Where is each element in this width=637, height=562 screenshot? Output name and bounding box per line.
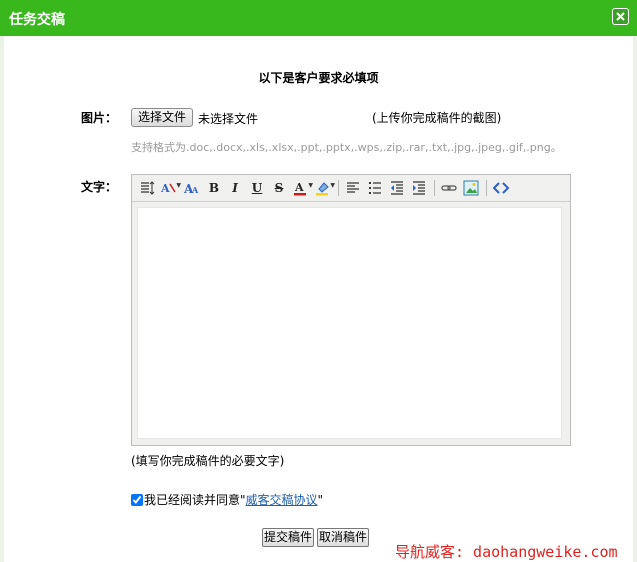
bold-icon[interactable]: B (204, 178, 224, 198)
italic-icon[interactable]: I (225, 178, 245, 198)
font-size-icon[interactable]: AA (182, 178, 202, 198)
underline-icon[interactable]: U (247, 178, 267, 198)
watermark-text: 导航威客: daohangweike.com (395, 543, 618, 561)
source-code-icon[interactable] (491, 178, 511, 198)
cancel-button[interactable]: 取消稿件 (317, 528, 369, 547)
editor-content-area[interactable] (137, 207, 562, 439)
link-icon[interactable] (439, 178, 459, 198)
font-family-icon[interactable]: A ▼ (159, 178, 181, 198)
text-label: 文字： (81, 180, 118, 194)
highlight-color-icon[interactable]: ▼ (313, 178, 335, 198)
editor-toolbar: A ▼ AA B I U S A ▼ ▼ (132, 175, 570, 202)
align-left-icon[interactable] (343, 178, 363, 198)
file-status: 未选择文件 (198, 112, 259, 126)
image-hint: (上传你完成稿件的截图) (372, 111, 502, 125)
toolbar-separator (338, 180, 339, 196)
unordered-list-icon[interactable] (365, 178, 385, 198)
submit-button[interactable]: 提交稿件 (262, 528, 314, 547)
toolbar-separator (434, 180, 435, 196)
agreement-link[interactable]: 威客交稿协议 (246, 493, 318, 507)
svg-text:A: A (294, 181, 304, 194)
dialog-titlebar: 任务交稿 (0, 0, 637, 36)
agreement-suffix: " (317, 493, 324, 507)
image-icon[interactable] (461, 178, 481, 198)
outdent-icon[interactable] (387, 178, 407, 198)
text-hint: (填写你完成稿件的必要文字) (131, 454, 285, 468)
rich-text-editor: A ▼ AA B I U S A ▼ ▼ (131, 174, 571, 446)
dialog-border-left (0, 36, 4, 562)
close-icon (616, 12, 625, 21)
form-heading: 以下是客户要求必填项 (258, 71, 379, 85)
toolbar-separator (486, 180, 487, 196)
svg-text:A: A (191, 185, 199, 195)
agreement-row: 我已经阅读并同意"威客交稿协议" (131, 491, 323, 508)
strikethrough-icon[interactable]: S (269, 178, 289, 198)
line-height-icon[interactable] (137, 178, 157, 198)
svg-text:A: A (161, 182, 170, 195)
close-button[interactable] (612, 8, 629, 25)
dialog-border-right (633, 36, 637, 562)
dialog-title: 任务交稿 (9, 12, 65, 28)
font-color-icon[interactable]: A ▼ (291, 178, 313, 198)
supported-formats: 支持格式为.doc,.docx,.xls,.xlsx,.ppt,.pptx,.w… (131, 141, 562, 154)
agreement-checkbox[interactable] (131, 494, 143, 506)
image-label: 图片： (81, 111, 118, 125)
indent-icon[interactable] (409, 178, 429, 198)
choose-file-button[interactable]: 选择文件 (131, 108, 193, 127)
agreement-prefix: 我已经阅读并同意" (144, 493, 246, 507)
